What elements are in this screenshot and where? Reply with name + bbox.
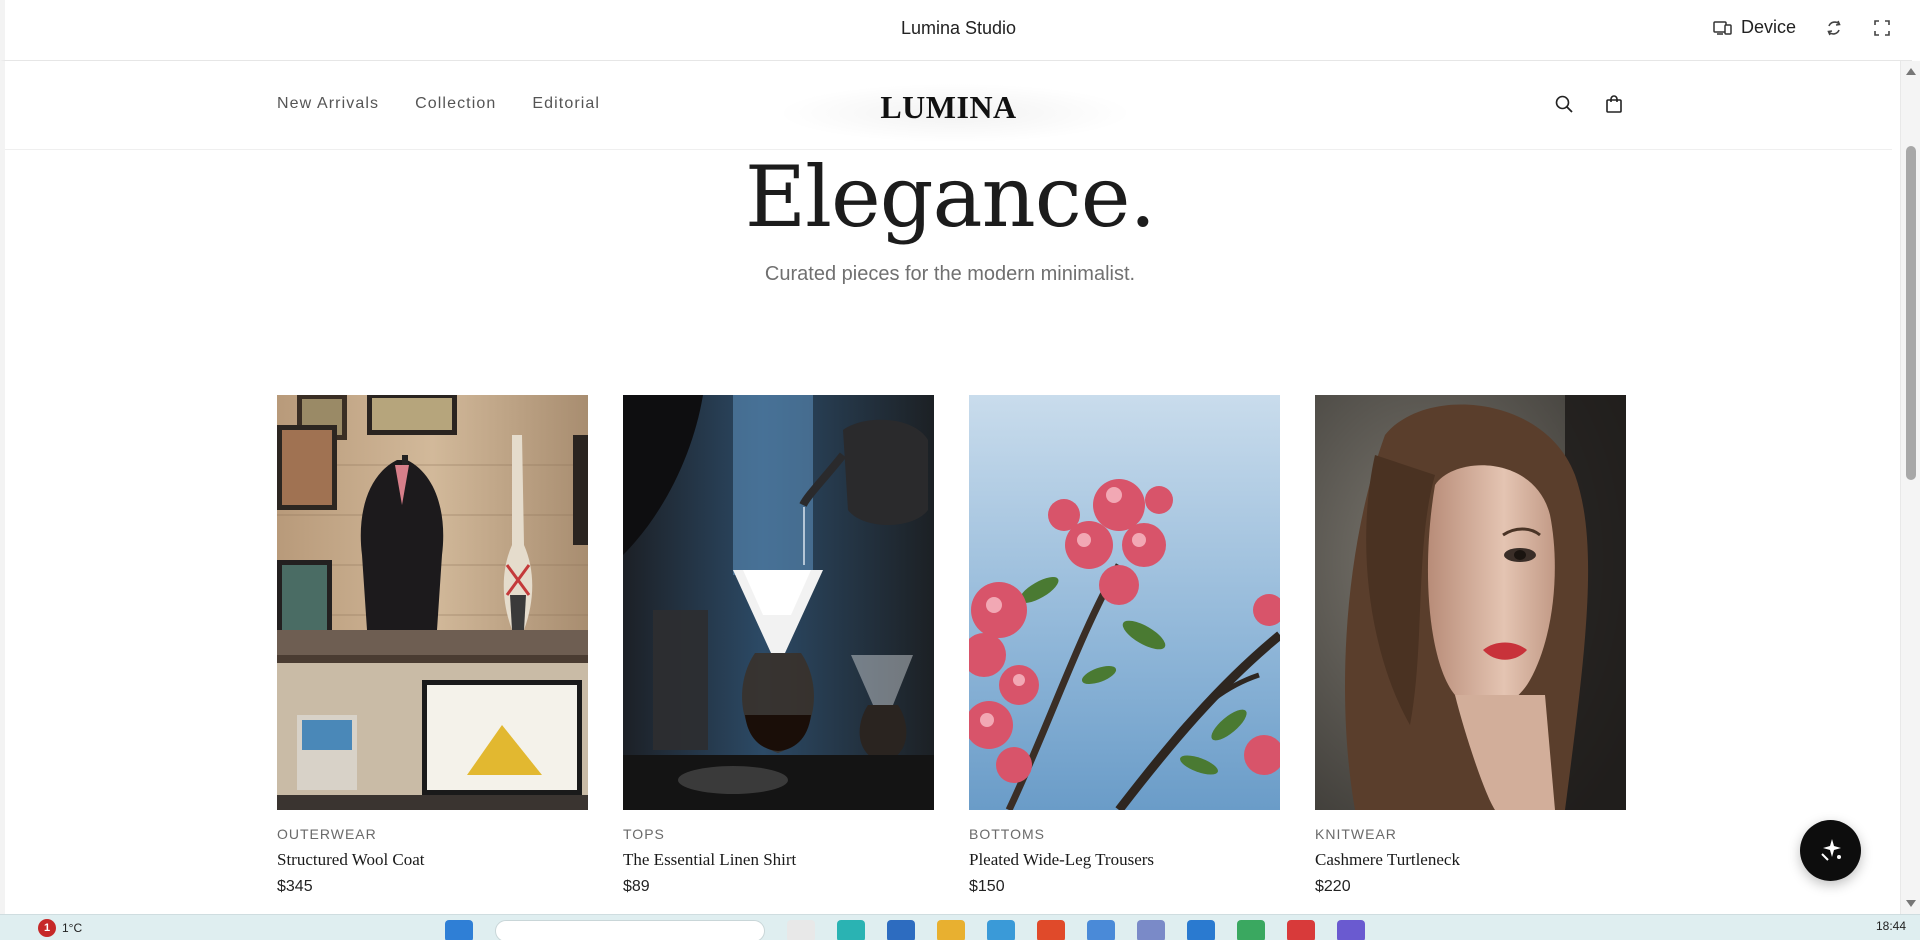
taskbar-apps <box>445 920 1365 940</box>
product-image[interactable] <box>1315 395 1626 810</box>
app-icon[interactable] <box>1287 920 1315 940</box>
clock[interactable]: 18:44 <box>1876 919 1906 933</box>
rotate-icon[interactable] <box>1824 18 1844 38</box>
site-header: New Arrivals Collection Editorial LUMINA <box>5 61 1892 150</box>
browser-icon[interactable] <box>837 920 865 940</box>
sparkle-icon <box>1818 836 1844 866</box>
product-category: BOTTOMS <box>969 826 1045 842</box>
hero-title: Elegance. <box>744 148 1156 246</box>
weather-widget[interactable]: 1 1°C <box>38 919 82 937</box>
product-price: $89 <box>623 878 650 895</box>
product-name[interactable]: Cashmere Turtleneck <box>1315 850 1626 870</box>
product-name[interactable]: Structured Wool Coat <box>277 850 588 870</box>
scroll-thumb[interactable] <box>1906 146 1916 480</box>
product-name[interactable]: The Essential Linen Shirt <box>623 850 934 870</box>
store-icon[interactable] <box>987 920 1015 940</box>
device-label: Device <box>1740 17 1796 37</box>
app-icon[interactable] <box>1337 920 1365 940</box>
product-category: TOPS <box>623 826 665 842</box>
mail-icon[interactable] <box>887 920 915 940</box>
start-icon[interactable] <box>445 920 473 940</box>
product-image[interactable] <box>969 395 1280 810</box>
temperature: 1°C <box>62 921 83 935</box>
product-price: $150 <box>969 878 1005 895</box>
product-card[interactable]: OUTERWEAR Structured Wool Coat $345 <box>277 395 588 896</box>
fullscreen-icon[interactable] <box>1872 18 1892 38</box>
hero-subtitle: Curated pieces for the modern minimalist… <box>764 263 1136 285</box>
header-actions <box>1553 93 1625 115</box>
product-category: KNITWEAR <box>1315 826 1397 842</box>
preview-controls: Device <box>1713 17 1892 38</box>
device-icon <box>1713 18 1733 38</box>
device-button[interactable]: Device <box>1713 17 1796 38</box>
app-icon[interactable] <box>1137 920 1165 940</box>
shopping-bag-icon[interactable] <box>1603 93 1625 115</box>
assistant-button[interactable] <box>1800 820 1861 881</box>
scroll-up-arrow[interactable] <box>1906 68 1916 75</box>
product-image[interactable] <box>277 395 588 810</box>
vscode-icon[interactable] <box>1187 920 1215 940</box>
product-grid: OUTERWEAR Structured Wool Coat $345 TOPS… <box>277 395 1626 896</box>
notification-badge: 1 <box>38 919 56 937</box>
product-category: OUTERWEAR <box>277 826 377 842</box>
product-name[interactable]: Pleated Wide-Leg Trousers <box>969 850 1280 870</box>
product-price: $345 <box>277 878 313 895</box>
preview-toolbar: Lumina Studio Device <box>0 0 1912 61</box>
product-image[interactable] <box>623 395 934 810</box>
folder-icon[interactable] <box>937 920 965 940</box>
edge-icon[interactable] <box>1087 920 1115 940</box>
search-icon[interactable] <box>1553 93 1575 115</box>
os-taskbar: 1 1°C 18:44 <box>0 914 1920 940</box>
office-icon[interactable] <box>1037 920 1065 940</box>
scroll-down-arrow[interactable] <box>1906 900 1916 907</box>
task-view-icon[interactable] <box>787 920 815 940</box>
product-card[interactable]: BOTTOMS Pleated Wide-Leg Trousers $150 <box>969 395 1280 896</box>
product-card[interactable]: KNITWEAR Cashmere Turtleneck $220 <box>1315 395 1626 896</box>
product-card[interactable]: TOPS The Essential Linen Shirt $89 <box>623 395 934 896</box>
preview-title: Lumina Studio <box>900 18 1017 38</box>
taskbar-search[interactable] <box>495 920 765 940</box>
chrome-icon[interactable] <box>1237 920 1265 940</box>
page-scrollbar[interactable] <box>1900 61 1920 914</box>
product-price: $220 <box>1315 878 1351 895</box>
